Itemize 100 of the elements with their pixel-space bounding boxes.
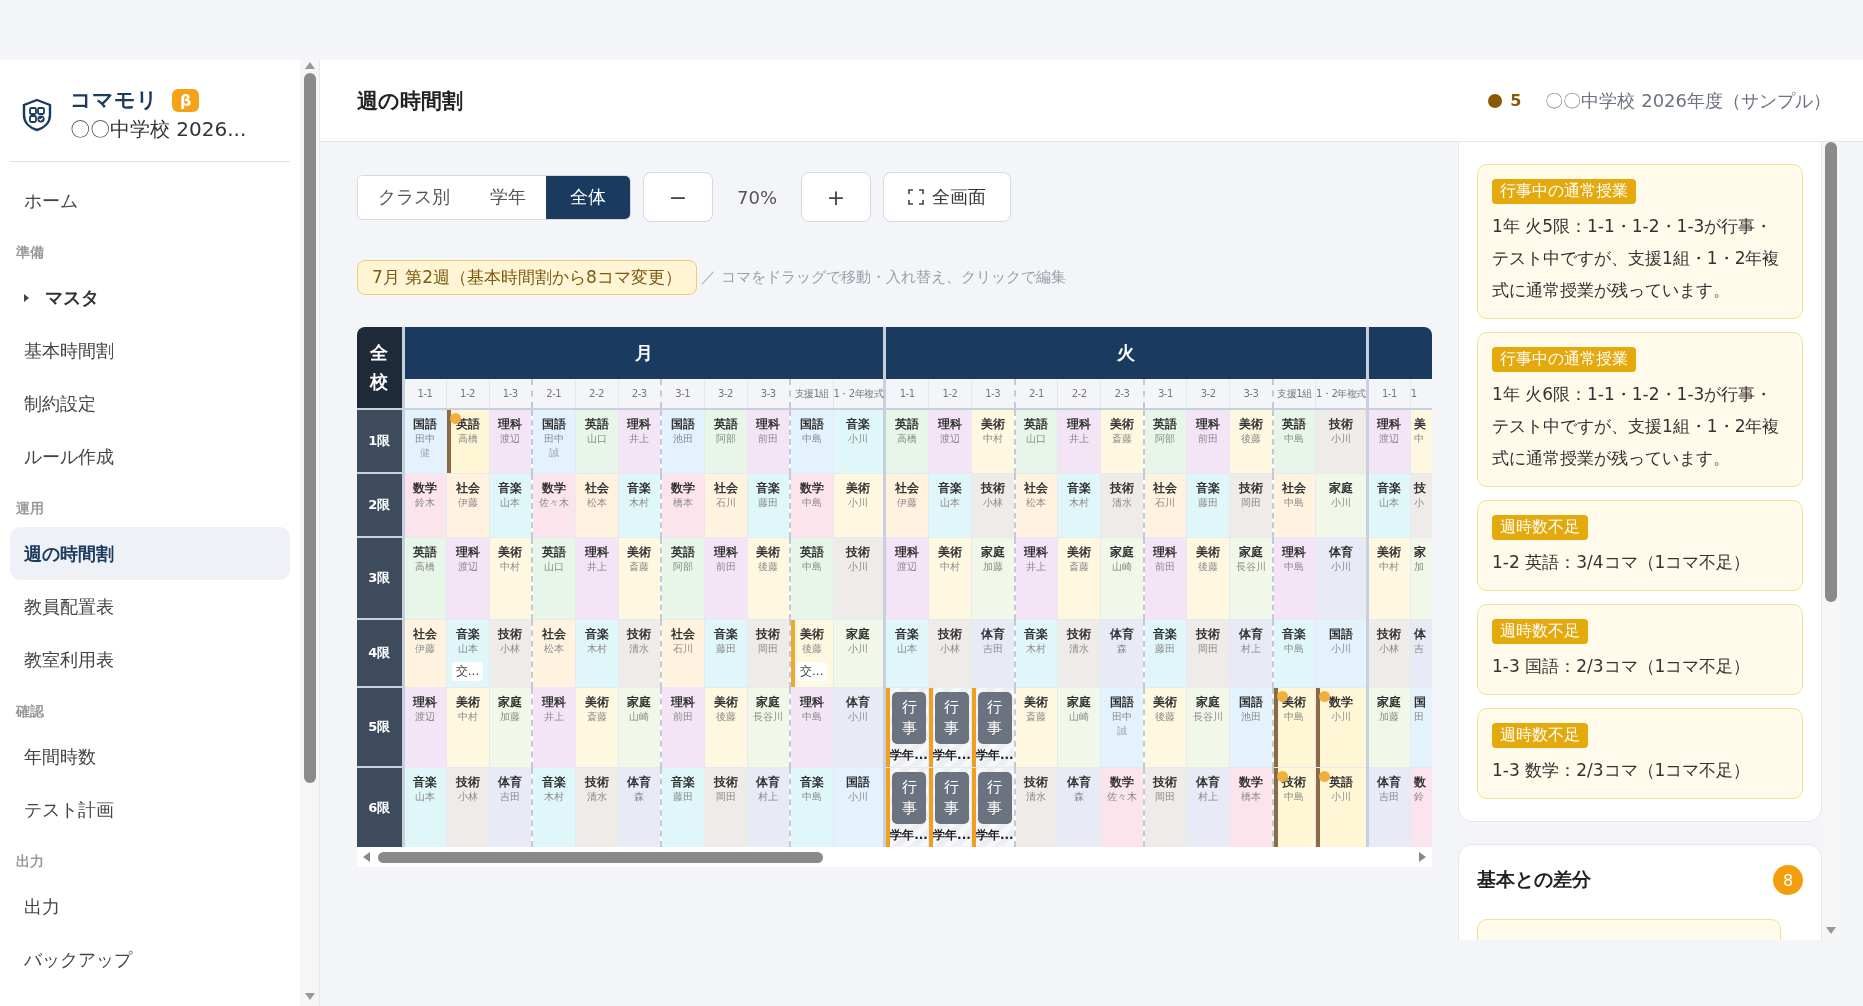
timetable-cell[interactable]: 理科 前田: [1186, 409, 1230, 473]
timetable-cell[interactable]: 英語 阿部: [704, 409, 747, 473]
timetable-cell[interactable]: 理科 井上: [1057, 409, 1101, 473]
timetable-cell[interactable]: 体育 森: [1100, 619, 1144, 687]
timetable-cell[interactable]: 理科 渡辺: [403, 687, 446, 767]
fullscreen-button[interactable]: 全画面: [883, 172, 1011, 222]
timetable-cell[interactable]: 英語 中島: [1272, 409, 1316, 473]
timetable-cell[interactable]: 音楽 山本: [403, 767, 446, 847]
timetable-cell[interactable]: 体育 村上: [747, 767, 790, 847]
timetable-cell[interactable]: 社会 中島: [1272, 473, 1316, 537]
timetable-cell[interactable]: 家庭 山崎: [1100, 537, 1144, 619]
timetable-cell[interactable]: 美術 斎藤: [575, 687, 618, 767]
timetable-cell[interactable]: 音楽 木村: [532, 767, 575, 847]
timetable-cell[interactable]: 技術 小林: [489, 619, 532, 687]
timetable-cell[interactable]: 国語 池田: [661, 409, 704, 473]
timetable-cell[interactable]: 美術 後藤: [704, 687, 747, 767]
timetable-cell[interactable]: 数学 鈴木: [403, 473, 446, 537]
nav-item[interactable]: マスタ: [10, 271, 290, 324]
timetable-cell[interactable]: 数学 中島: [790, 473, 833, 537]
timetable-cell[interactable]: 技術 岡田: [704, 767, 747, 847]
timetable-cell[interactable]: 国語 小川: [1315, 619, 1368, 687]
zoom-out-button[interactable]: −: [643, 172, 713, 222]
timetable-cell[interactable]: 理科 中島: [790, 687, 833, 767]
timetable-cell[interactable]: 技術 清水: [1014, 767, 1058, 847]
timetable-cell[interactable]: 音楽 小川: [833, 409, 885, 473]
timetable-cell[interactable]: 英語 中島: [790, 537, 833, 619]
nav-item[interactable]: ホーム: [10, 174, 290, 227]
timetable-cell[interactable]: 英語 山口: [1014, 409, 1058, 473]
timetable-cell[interactable]: 音楽 木村: [575, 619, 618, 687]
timetable-cell[interactable]: 国語 小川: [833, 767, 885, 847]
timetable-cell[interactable]: 数学 橋本: [661, 473, 704, 537]
timetable-cell[interactable]: 国語 田中 健: [403, 409, 446, 473]
timetable-cell[interactable]: 技術 清水: [618, 619, 661, 687]
timetable-cell[interactable]: 音楽 山本: [1367, 473, 1411, 537]
timetable-cell[interactable]: 数学 小川: [1315, 687, 1368, 767]
timetable-cell[interactable]: 体育 吉田: [489, 767, 532, 847]
timetable-cell[interactable]: 音楽 山本: [928, 473, 972, 537]
timetable-cell[interactable]: 国語 田中 誠: [1100, 687, 1144, 767]
event-cell[interactable]: 行事 学年...: [884, 687, 929, 767]
timetable-cell[interactable]: 国語 田中 誠: [532, 409, 575, 473]
timetable-cell[interactable]: 家 加: [1410, 537, 1432, 619]
timetable-cell[interactable]: 美術 中村: [446, 687, 489, 767]
timetable-cell[interactable]: 技 小: [1410, 473, 1432, 537]
nav-item[interactable]: バックアップ: [10, 933, 290, 986]
horizontal-scrollbar[interactable]: [357, 847, 1432, 867]
timetable-cell[interactable]: 美術 後藤 交...: [790, 619, 833, 687]
timetable-cell[interactable]: 社会 伊藤: [403, 619, 446, 687]
timetable-cell[interactable]: 国語 池田: [1229, 687, 1273, 767]
timetable-cell[interactable]: 数学 橋本: [1229, 767, 1273, 847]
timetable-cell[interactable]: 数学 佐々木: [532, 473, 575, 537]
timetable-cell[interactable]: 国 田: [1410, 687, 1432, 767]
timetable-cell[interactable]: 社会 松本: [1014, 473, 1058, 537]
timetable-cell[interactable]: 技術 岡田: [1143, 767, 1187, 847]
timetable-cell[interactable]: 美術 後藤: [747, 537, 790, 619]
timetable-cell[interactable]: 音楽 山本: [884, 619, 929, 687]
timetable-cell[interactable]: 理科 前田: [661, 687, 704, 767]
timetable-cell[interactable]: 家庭 小川: [833, 619, 885, 687]
timetable-cell[interactable]: 音楽 山本 交...: [446, 619, 489, 687]
timetable-cell[interactable]: 美術 後藤: [1229, 409, 1273, 473]
nav-item[interactable]: テスト計画: [10, 783, 290, 836]
timetable-cell[interactable]: 国語 中島: [790, 409, 833, 473]
timetable-cell[interactable]: 技術 岡田: [747, 619, 790, 687]
timetable-cell[interactable]: 体育 小川: [1315, 537, 1368, 619]
nav-item[interactable]: 教員配置表: [10, 580, 290, 633]
nav-item[interactable]: 出力: [10, 880, 290, 933]
timetable-cell[interactable]: 社会 伊藤: [884, 473, 929, 537]
timetable-cell[interactable]: 体育 村上: [1186, 767, 1230, 847]
timetable-cell[interactable]: 体育 森: [1057, 767, 1101, 847]
timetable-cell[interactable]: 美術 後藤: [1143, 687, 1187, 767]
timetable-cell[interactable]: 理科 中島: [1272, 537, 1316, 619]
timetable-cell[interactable]: 数学 佐々木: [1100, 767, 1144, 847]
timetable-cell[interactable]: 理科 井上: [1014, 537, 1058, 619]
timetable-cell[interactable]: 技術 小林: [1367, 619, 1411, 687]
timetable-cell[interactable]: 体育 吉田: [971, 619, 1015, 687]
timetable-cell[interactable]: 理科 渡辺: [928, 409, 972, 473]
timetable-cell[interactable]: 音楽 藤田: [661, 767, 704, 847]
timetable-cell[interactable]: 技術 清水: [1057, 619, 1101, 687]
timetable-cell[interactable]: 理科 井上: [532, 687, 575, 767]
timetable-cell[interactable]: 美術 斎藤: [618, 537, 661, 619]
timetable-cell[interactable]: 理科 井上: [575, 537, 618, 619]
timetable-cell[interactable]: 理科 渡辺: [446, 537, 489, 619]
timetable-cell[interactable]: 技術 小川: [1315, 409, 1368, 473]
timetable-cell[interactable]: 技術 清水: [575, 767, 618, 847]
timetable-cell[interactable]: 美術 中村: [928, 537, 972, 619]
timetable-cell[interactable]: 社会 石川: [1143, 473, 1187, 537]
timetable-cell[interactable]: 技術 小林: [446, 767, 489, 847]
timetable-cell[interactable]: 美術 後藤: [1186, 537, 1230, 619]
timetable-cell[interactable]: 音楽 木村: [618, 473, 661, 537]
timetable-cell[interactable]: 音楽 中島: [790, 767, 833, 847]
timetable-cell[interactable]: 体 吉: [1410, 619, 1432, 687]
timetable-cell[interactable]: 音楽 山本: [489, 473, 532, 537]
timetable-cell[interactable]: 技術 小林: [928, 619, 972, 687]
event-cell[interactable]: 行事 学年...: [928, 767, 972, 847]
timetable-cell[interactable]: 理科 前田: [1143, 537, 1187, 619]
timetable-cell[interactable]: 家庭 加藤: [1367, 687, 1411, 767]
timetable-cell[interactable]: 英語 高橋: [884, 409, 929, 473]
timetable-cell[interactable]: 数 鈴: [1410, 767, 1432, 847]
timetable-cell[interactable]: 技術 小川: [833, 537, 885, 619]
timetable-cell[interactable]: 家庭 山崎: [1057, 687, 1101, 767]
timetable-cell[interactable]: 美術 斎藤: [1014, 687, 1058, 767]
